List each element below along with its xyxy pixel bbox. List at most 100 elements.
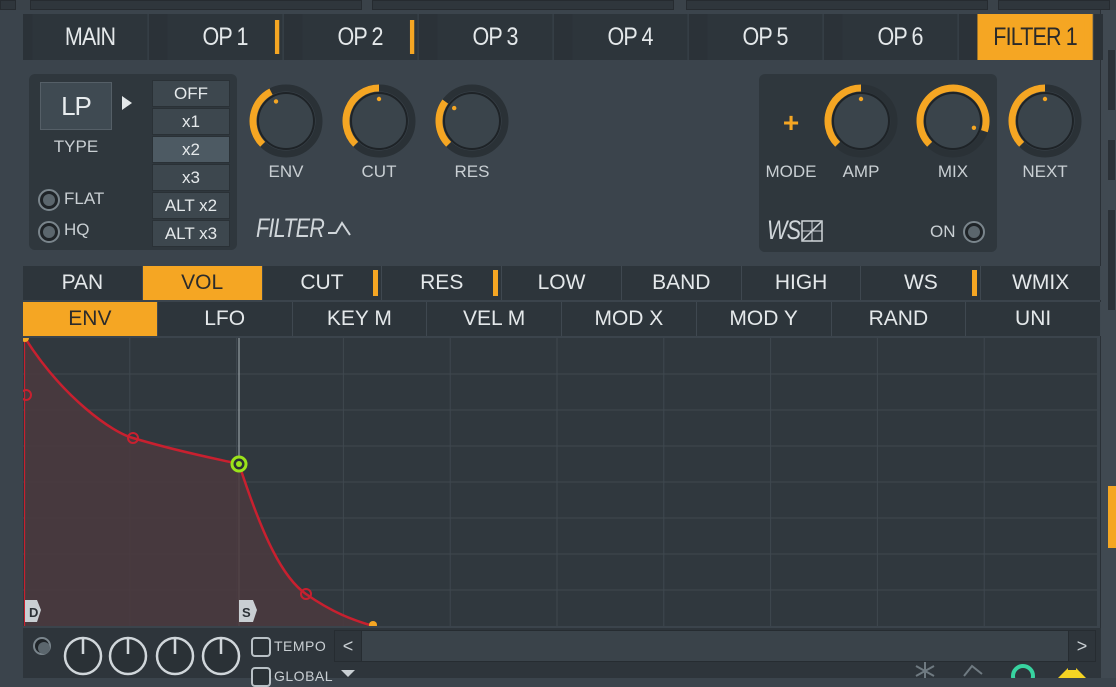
ws-on-radio[interactable]	[963, 221, 985, 243]
tempo-checkbox[interactable]	[251, 637, 271, 657]
envelope-graph[interactable]: DS	[20, 334, 1097, 629]
waveshaper-title: WS	[767, 215, 823, 246]
type-arrow-icon[interactable]	[120, 94, 134, 112]
bucket-icon[interactable]	[958, 662, 988, 678]
snowflake-icon[interactable]	[910, 660, 940, 678]
tab-band[interactable]: BAND	[622, 266, 742, 300]
tab-label: CUT	[300, 271, 344, 294]
tab-label: KEY M	[326, 307, 392, 330]
filter-type-label: TYPE	[53, 137, 99, 156]
footer-radio[interactable]	[33, 637, 51, 655]
tab-pan[interactable]: PAN	[23, 266, 143, 300]
oversample-x1-button[interactable]: x1	[152, 108, 230, 135]
oversample-x2-button[interactable]: x2	[152, 136, 230, 163]
tab-wmix[interactable]: WMIX	[981, 266, 1102, 300]
tab-label: OP 2	[337, 22, 383, 51]
footer-knob-4	[201, 636, 241, 676]
tab-label: LFO	[204, 307, 246, 330]
tab-mod-y[interactable]: MOD Y	[697, 302, 832, 336]
tab-label: OP 3	[472, 22, 518, 51]
tab-indicator	[1084, 20, 1090, 54]
right-scroll-strip[interactable]	[1100, 10, 1116, 678]
amp-knob[interactable]	[823, 83, 899, 159]
tab-low[interactable]: LOW	[502, 266, 622, 300]
tab-label: OP 5	[742, 22, 788, 51]
envelope-end-point[interactable]	[369, 621, 377, 629]
tab-label: VOL	[181, 271, 224, 294]
tab-label: LOW	[537, 271, 586, 294]
flat-radio[interactable]	[38, 189, 60, 211]
mix-label: MIX	[937, 162, 969, 181]
hq-label: HQ	[64, 220, 90, 239]
tab-indicator	[274, 20, 280, 54]
ws-graph-icon	[801, 219, 823, 242]
envelope-editor[interactable]: DS	[20, 334, 1097, 629]
modulation-target-tabs: PAN VOL CUT RES LOW BAND HIGH WS WMIX	[23, 266, 1102, 300]
tab-lfo[interactable]: LFO	[158, 302, 293, 336]
tab-label: VEL M	[463, 307, 526, 330]
mix-knob[interactable]	[915, 83, 991, 159]
ws-on-label: ON	[930, 222, 956, 241]
tab-ws[interactable]: WS	[861, 266, 982, 300]
tab-vol[interactable]: VOL	[142, 266, 263, 300]
hq-radio[interactable]	[38, 221, 60, 243]
res-label: RES	[454, 162, 490, 181]
tab-rand[interactable]: RAND	[832, 302, 967, 336]
tab-label: FILTER 1	[993, 22, 1077, 51]
tab-uni[interactable]: UNI	[966, 302, 1101, 336]
footer-knobs[interactable]	[60, 630, 250, 678]
tab-label: WS	[903, 271, 938, 294]
cut-label: CUT	[361, 162, 397, 181]
tab-op-4[interactable]: OP 4	[572, 14, 689, 60]
res-knob[interactable]	[434, 83, 510, 159]
tab-label: WMIX	[1012, 271, 1070, 294]
tab-vel-m[interactable]: VEL M	[427, 302, 562, 336]
tempo-label: TEMPO	[274, 638, 327, 654]
tab-label: MAIN	[64, 22, 116, 51]
mode-plus-icon[interactable]: +	[780, 107, 802, 139]
dropdown-arrow-icon[interactable]	[340, 668, 356, 678]
tab-op-2[interactable]: OP 2	[302, 14, 419, 60]
oversample-alt-x3-button[interactable]: ALT x3	[152, 220, 230, 247]
tab-indicator	[409, 20, 415, 54]
tab-indicator	[373, 270, 379, 296]
tab-env[interactable]: ENV	[23, 302, 158, 336]
tab-label: MOD X	[594, 307, 664, 330]
filter-type-selector[interactable]: LP	[40, 82, 112, 130]
global-checkbox[interactable]	[251, 667, 271, 687]
clock-icon[interactable]	[1008, 662, 1038, 678]
arrows-icon[interactable]	[1054, 664, 1090, 678]
envelope-scrollbar[interactable]	[334, 630, 1096, 662]
next-knob[interactable]	[1007, 83, 1083, 159]
top-strip	[0, 0, 1116, 10]
footer-knob-3	[155, 636, 195, 676]
tab-label: MOD Y	[729, 307, 798, 330]
tab-op-5[interactable]: OP 5	[707, 14, 824, 60]
tab-main[interactable]: MAIN	[32, 14, 149, 60]
cut-knob[interactable]	[341, 83, 417, 159]
tab-high[interactable]: HIGH	[742, 266, 862, 300]
oversample-x3-button[interactable]: x3	[152, 164, 230, 191]
tab-label: OP 1	[202, 22, 248, 51]
tab-key-m[interactable]: KEY M	[293, 302, 428, 336]
scroll-left-button[interactable]: <	[334, 630, 362, 662]
next-label: NEXT	[1022, 162, 1068, 181]
tab-res[interactable]: RES	[382, 266, 503, 300]
tab-filter-1[interactable]: FILTER 1	[977, 14, 1094, 60]
tab-indicator	[493, 270, 499, 296]
sustain-point-core	[236, 461, 242, 467]
scroll-right-button[interactable]: >	[1068, 630, 1096, 662]
env-knob[interactable]	[248, 83, 324, 159]
tab-cut[interactable]: CUT	[263, 266, 383, 300]
tab-label: OP 4	[607, 22, 653, 51]
tab-mod-x[interactable]: MOD X	[562, 302, 697, 336]
tab-op-3[interactable]: OP 3	[437, 14, 554, 60]
oversample-off-button[interactable]: OFF	[152, 80, 230, 107]
tab-label: ENV	[68, 307, 112, 330]
tab-indicator	[148, 306, 154, 332]
tab-label: RAND	[868, 307, 929, 330]
oversample-alt-x2-button[interactable]: ALT x2	[152, 192, 230, 219]
tab-op-1[interactable]: OP 1	[167, 14, 284, 60]
tab-op-6[interactable]: OP 6	[842, 14, 959, 60]
flat-label: FLAT	[64, 189, 105, 208]
